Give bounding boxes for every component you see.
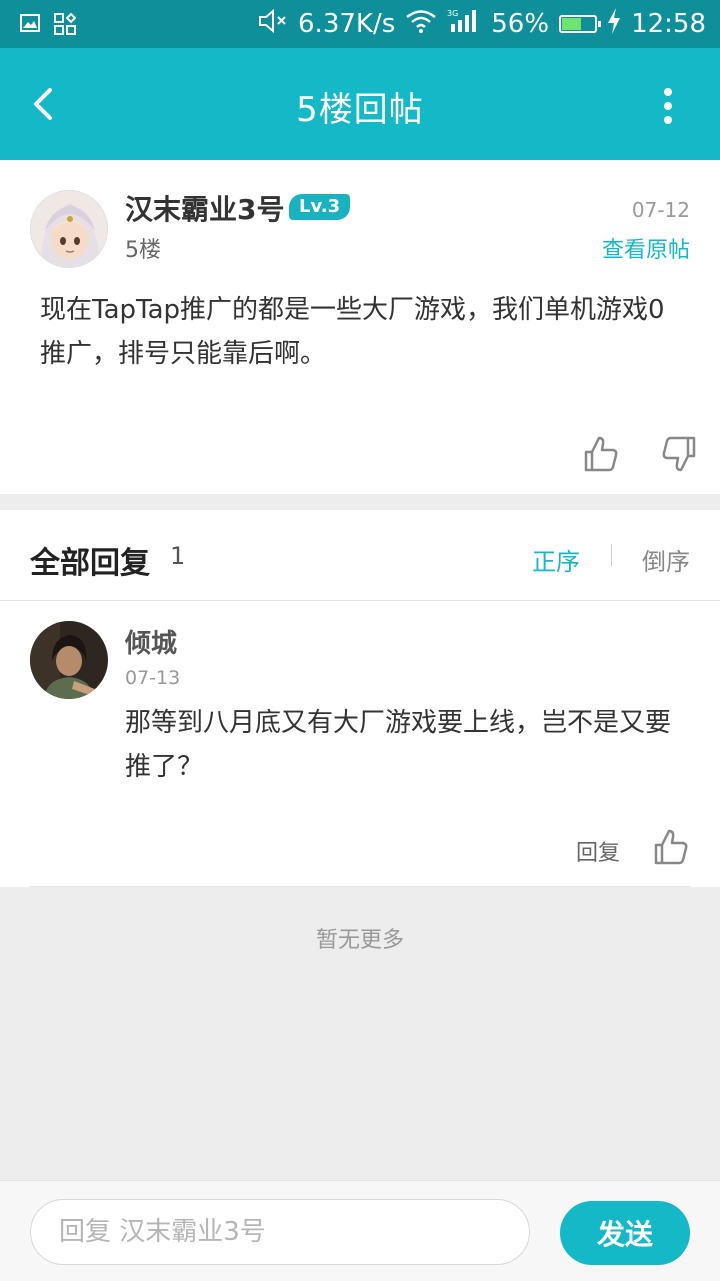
apps-icon	[54, 12, 77, 39]
signal-icon: 3G	[447, 8, 481, 41]
replies-title: 全部回复	[30, 546, 150, 581]
reply-author[interactable]: 倾城	[125, 623, 177, 660]
like-button[interactable]	[580, 434, 620, 474]
post-date: 07-12	[631, 198, 690, 222]
floor-label: 5楼	[125, 238, 161, 263]
avatar[interactable]	[30, 190, 108, 268]
thumbs-up-icon	[654, 829, 688, 865]
charging-icon	[607, 7, 621, 41]
sort-descending-button[interactable]: 倒序	[642, 542, 690, 577]
reply-content: 那等到八月底又有大厂游戏要上线，岂不是又要推了？	[125, 708, 672, 782]
replies-count: 1	[170, 542, 186, 570]
svg-text:3G: 3G	[447, 9, 458, 18]
thumbs-up-icon	[584, 436, 618, 472]
more-button[interactable]	[658, 86, 678, 126]
dislike-button[interactable]	[660, 434, 700, 474]
sort-ascending-button[interactable]: 正序	[532, 542, 580, 577]
reply-bar: 发送	[0, 1180, 720, 1281]
post-content: 现在TapTap推广的都是一些大厂游戏，我们单机游戏0推广，排号只能靠后啊。	[40, 295, 665, 369]
image-icon	[20, 13, 40, 39]
reply-input[interactable]	[30, 1199, 530, 1265]
reply-date: 07-13	[125, 667, 181, 689]
thumbs-down-icon	[662, 436, 696, 472]
no-more-label: 暂无更多	[315, 928, 404, 953]
status-bar: 6.37K/s 3G 56% 12:58	[0, 0, 720, 48]
battery-percent: 56%	[491, 9, 550, 39]
sort-divider	[611, 544, 612, 566]
divider	[30, 886, 690, 887]
wifi-icon	[405, 9, 437, 40]
page-title: 5楼回帖	[296, 90, 424, 130]
post-author[interactable]: 汉末霸业3号	[125, 188, 284, 228]
like-button[interactable]	[650, 827, 690, 867]
avatar[interactable]	[30, 621, 108, 699]
view-original-link[interactable]: 查看原帖	[602, 232, 690, 264]
app-header: 5楼回帖	[0, 48, 720, 160]
net-speed: 6.37K/s	[298, 9, 396, 39]
replies-header: 全部回复 1 正序 倒序	[0, 510, 720, 601]
mute-icon	[258, 8, 288, 41]
clock: 12:58	[631, 9, 706, 39]
level-badge: Lv.3	[289, 194, 351, 220]
battery-icon	[559, 15, 602, 33]
reply-item: 倾城 07-13 那等到八月底又有大厂游戏要上线，岂不是又要推了？ 回复	[0, 601, 720, 887]
more-vertical-icon	[664, 88, 672, 124]
send-button[interactable]: 发送	[560, 1201, 690, 1265]
post-card: 汉末霸业3号 Lv.3 5楼 07-12 查看原帖 现在TapTap推广的都是一…	[0, 160, 720, 494]
reply-button[interactable]: 回复	[576, 835, 620, 867]
